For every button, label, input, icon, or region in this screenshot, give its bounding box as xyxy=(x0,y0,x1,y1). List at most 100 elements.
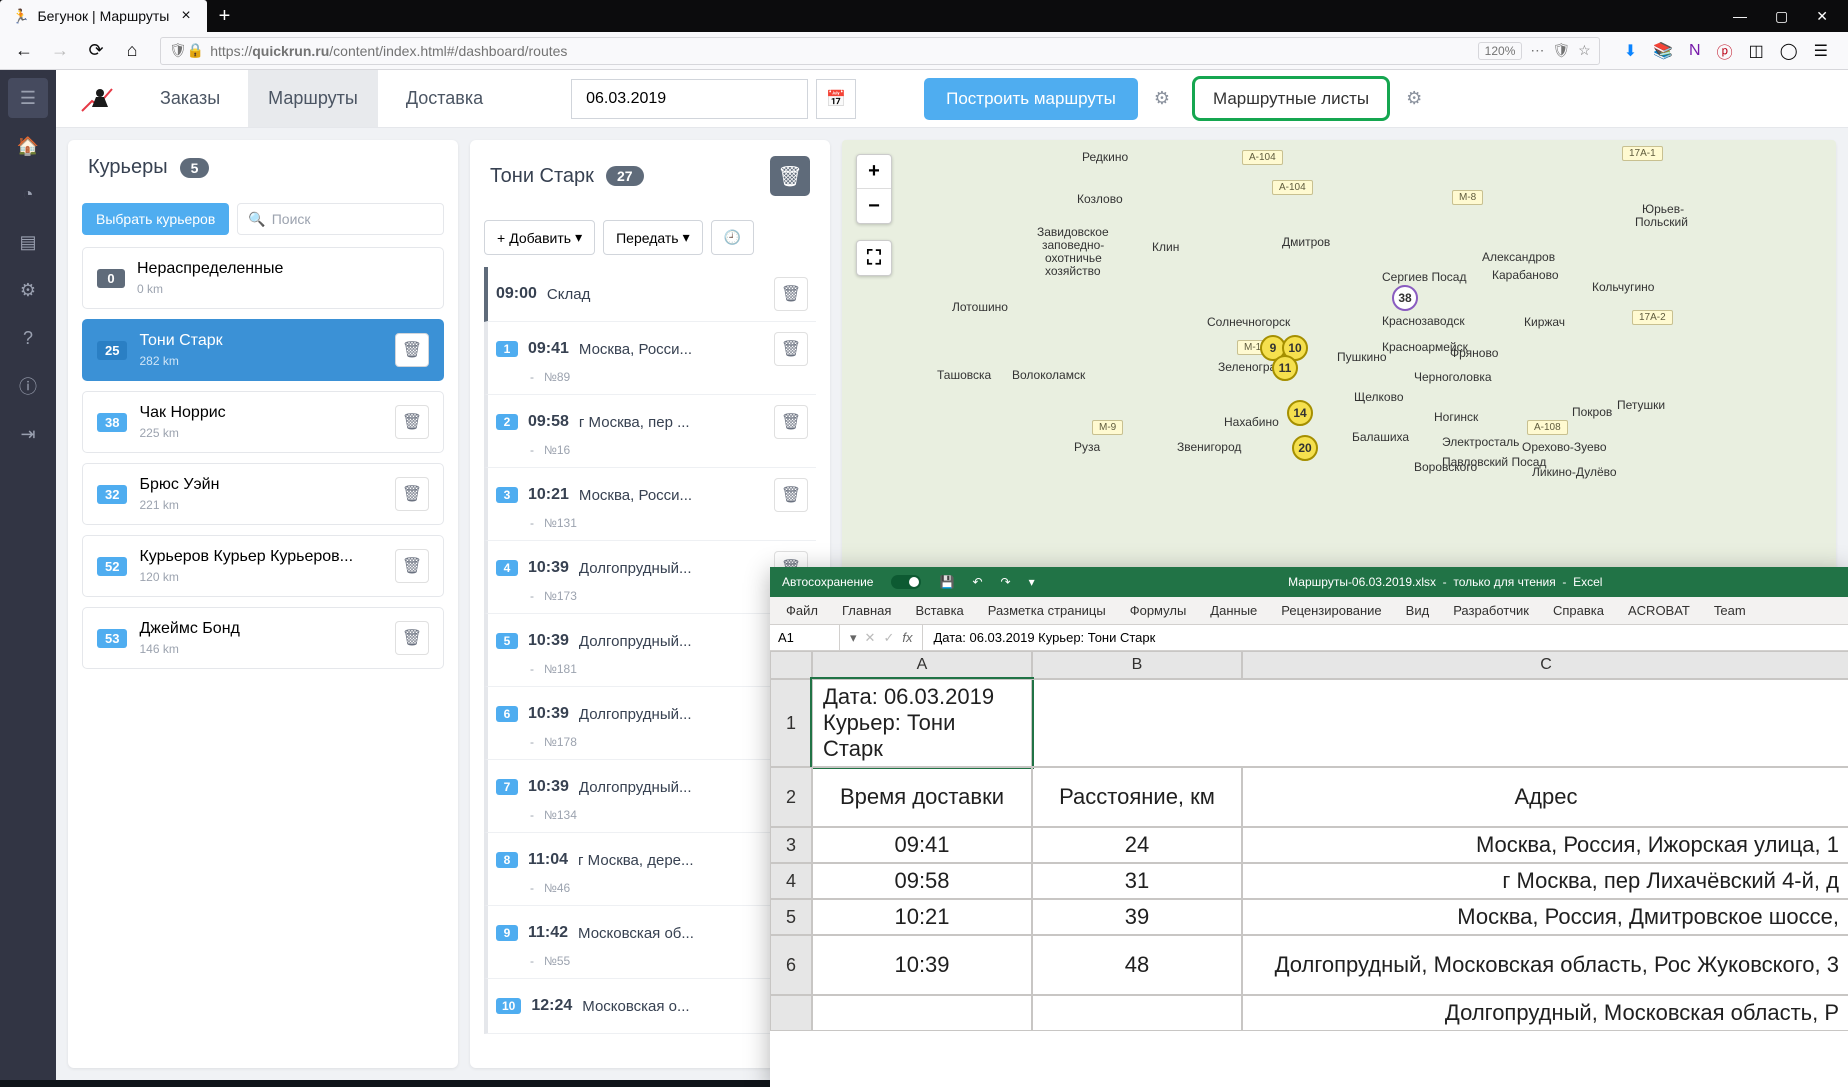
zoom-out-button[interactable]: − xyxy=(857,189,891,223)
cell[interactable]: Долгопрудный, Московская область, Рос Жу… xyxy=(1242,935,1848,995)
menu-icon[interactable]: ☰ xyxy=(1814,41,1828,61)
row-header[interactable]: 2 xyxy=(770,767,812,827)
excel-grid[interactable]: A B C 1 Дата: 06.03.2019 Курьер: Тони Ст… xyxy=(770,651,1848,1031)
row-header[interactable]: 6 xyxy=(770,935,812,995)
cell[interactable]: 09:58 xyxy=(812,863,1032,899)
col-header-c[interactable]: C xyxy=(1242,651,1848,679)
trash-icon[interactable]: 🗑 xyxy=(774,405,808,439)
cell[interactable]: 39 xyxy=(1032,899,1242,935)
ribbon-tab[interactable]: Вставка xyxy=(915,603,963,618)
rail-settings-icon[interactable]: ⚙ xyxy=(8,270,48,310)
trash-icon[interactable]: 🗑 xyxy=(395,405,429,439)
minimize-icon[interactable]: — xyxy=(1733,8,1747,25)
trash-icon[interactable]: 🗑 xyxy=(395,333,429,367)
stop-item[interactable]: 5 10:39 Долгопрудный... 🗑 - №181 xyxy=(484,614,816,687)
row-header[interactable]: 5 xyxy=(770,899,812,935)
trash-icon[interactable]: 🗑 xyxy=(774,277,808,311)
cell[interactable] xyxy=(1032,995,1242,1031)
library-icon[interactable]: 📚 xyxy=(1653,41,1673,61)
history-button[interactable]: 🕘 xyxy=(711,220,754,255)
cell[interactable]: Москва, Россия, Ижорская улица, 1 xyxy=(1242,827,1848,863)
map-pin[interactable]: 38 xyxy=(1392,285,1418,311)
maximize-icon[interactable]: ▢ xyxy=(1775,8,1788,25)
rail-list-icon[interactable]: ▤ xyxy=(8,222,48,262)
row-header[interactable]: 1 xyxy=(770,679,812,767)
undo-icon[interactable]: ↶ xyxy=(972,575,982,589)
zoom-in-button[interactable]: + xyxy=(857,155,891,189)
stop-item[interactable]: 2 09:58 г Москва, пер ... 🗑 - №16 xyxy=(484,395,816,468)
gear-icon[interactable]: ⚙ xyxy=(1154,88,1170,109)
rail-help-icon[interactable]: ? xyxy=(8,318,48,358)
courier-unassigned[interactable]: 0 Нераспределенные 0 km xyxy=(82,247,444,309)
map-pin[interactable]: 20 xyxy=(1292,435,1318,461)
select-all-corner[interactable] xyxy=(770,651,812,679)
add-stop-button[interactable]: + Добавить ▾ xyxy=(484,220,595,255)
cell[interactable]: 10:39 xyxy=(812,935,1032,995)
ribbon-tab[interactable]: Рецензирование xyxy=(1281,603,1381,618)
stop-item[interactable]: 4 10:39 Долгопрудный... 🗑 - №173 xyxy=(484,541,816,614)
cell[interactable]: 09:41 xyxy=(812,827,1032,863)
rail-logout-icon[interactable]: ⇥ xyxy=(8,414,48,454)
trash-icon[interactable]: 🗑 xyxy=(395,621,429,655)
cell[interactable]: г Москва, пер Лихачёвский 4-й, д xyxy=(1242,863,1848,899)
delete-route-button[interactable]: 🗑 xyxy=(770,156,810,196)
transfer-button[interactable]: Передать ▾ xyxy=(603,220,703,255)
row-header[interactable] xyxy=(770,995,812,1031)
forward-button[interactable]: → xyxy=(44,35,76,67)
cell[interactable]: 48 xyxy=(1032,935,1242,995)
ribbon-tab[interactable]: Главная xyxy=(842,603,891,618)
map-pin[interactable]: 11 xyxy=(1272,355,1298,381)
url-bar[interactable]: 🛡 🔒 https://quickrun.ru/content/index.ht… xyxy=(160,37,1600,65)
cell-a1[interactable]: Дата: 06.03.2019 Курьер: Тони Старк xyxy=(812,679,1032,767)
save-icon[interactable]: 💾 xyxy=(939,575,954,589)
formula-text[interactable]: Дата: 06.03.2019 Курьер: Тони Старк xyxy=(923,630,1165,645)
redo-icon[interactable]: ↷ xyxy=(1001,575,1011,589)
home-button[interactable]: ⌂ xyxy=(116,35,148,67)
trash-icon[interactable]: 🗑 xyxy=(774,332,808,366)
route-sheets-button[interactable]: Маршрутные листы xyxy=(1192,76,1390,121)
pinterest-icon[interactable]: ⓟ xyxy=(1717,39,1733,63)
cancel-icon[interactable]: ✕ xyxy=(865,630,876,646)
stop-item[interactable]: 1 09:41 Москва, Росси... 🗑 - №89 xyxy=(484,322,816,395)
courier-search[interactable]: 🔍 Поиск xyxy=(237,203,444,235)
calendar-button[interactable]: 📅 xyxy=(816,79,856,119)
stop-item[interactable]: 9 11:42 Московская об... 🗑 - №55 xyxy=(484,906,816,979)
onenote-icon[interactable]: N xyxy=(1689,42,1701,60)
dropdown-icon[interactable]: ▾ xyxy=(850,630,857,646)
col-header-b[interactable]: B xyxy=(1032,651,1242,679)
row-header[interactable]: 3 xyxy=(770,827,812,863)
confirm-icon[interactable]: ✓ xyxy=(883,630,894,646)
cell[interactable]: 24 xyxy=(1032,827,1242,863)
select-couriers-button[interactable]: Выбрать курьеров xyxy=(82,203,229,235)
ribbon-tab[interactable]: Данные xyxy=(1210,603,1257,618)
cell[interactable] xyxy=(812,995,1032,1031)
stop-item[interactable]: 10 12:24 Московская о... 🗑 xyxy=(484,979,816,1034)
courier-item[interactable]: 53 Джеймс Бонд 146 km 🗑 xyxy=(82,607,444,669)
courier-item[interactable]: 32 Брюс Уэйн 221 km 🗑 xyxy=(82,463,444,525)
cell[interactable]: Время доставки xyxy=(812,767,1032,827)
reload-button[interactable]: ⟳ xyxy=(80,35,112,67)
stop-item[interactable]: 6 10:39 Долгопрудный... 🗑 - №178 xyxy=(484,687,816,760)
download-icon[interactable]: ⬇ xyxy=(1624,41,1637,61)
cell[interactable]: Расстояние, км xyxy=(1032,767,1242,827)
col-header-a[interactable]: A xyxy=(812,651,1032,679)
ribbon-tab[interactable]: ACROBAT xyxy=(1628,603,1690,618)
fx-icon[interactable]: fx xyxy=(902,630,912,645)
cell[interactable]: Москва, Россия, Дмитровское шоссе, xyxy=(1242,899,1848,935)
nav-routes[interactable]: Маршруты xyxy=(248,70,378,127)
rail-info-icon[interactable]: ⓘ xyxy=(8,366,48,406)
fullscreen-button[interactable]: ⛶ xyxy=(857,241,891,275)
browser-tab[interactable]: 🏃 Бегунок | Маршруты × xyxy=(0,0,207,32)
cell-merged[interactable] xyxy=(1032,679,1848,767)
ribbon-tab[interactable]: Вид xyxy=(1406,603,1430,618)
ribbon-tab[interactable]: Справка xyxy=(1553,603,1604,618)
rail-home-icon[interactable]: 🏠 xyxy=(8,126,48,166)
cell[interactable]: Адрес xyxy=(1242,767,1848,827)
courier-item[interactable]: 52 Курьеров Курьер Курьеров... 120 km 🗑 xyxy=(82,535,444,597)
rail-dashboard-icon[interactable]: ◔ xyxy=(8,174,48,214)
stop-item[interactable]: 7 10:39 Долгопрудный... 🗑 - №134 xyxy=(484,760,816,833)
ribbon-tab[interactable]: Разработчик xyxy=(1453,603,1529,618)
cell-reference[interactable]: A1 xyxy=(770,625,840,650)
autosave-toggle[interactable] xyxy=(891,575,921,589)
account-icon[interactable]: ◯ xyxy=(1780,41,1798,61)
